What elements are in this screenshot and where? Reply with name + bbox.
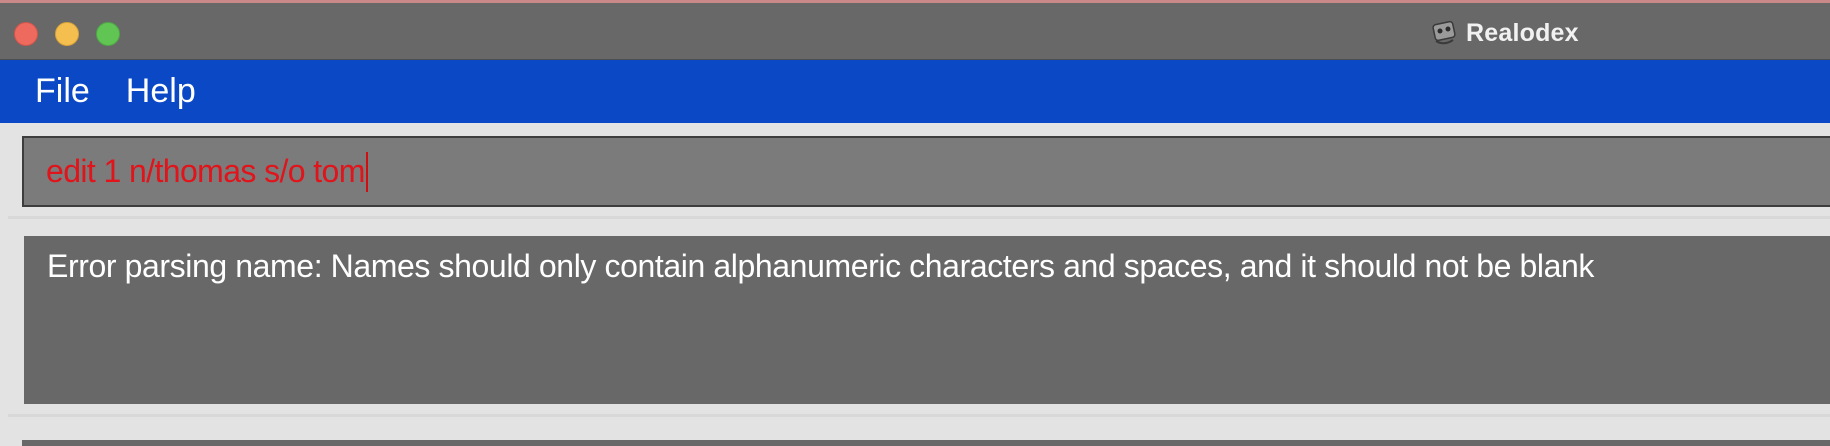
command-box[interactable]: edit 1 n/thomas s/o tom xyxy=(22,136,1830,207)
command-input[interactable]: edit 1 n/thomas s/o tom xyxy=(46,138,368,205)
close-window-button[interactable] xyxy=(14,22,38,46)
realodex-app-icon xyxy=(1432,20,1456,45)
minimize-window-button[interactable] xyxy=(55,22,79,46)
title-bar[interactable]: Realodex xyxy=(0,0,1830,60)
text-caret xyxy=(365,151,368,192)
result-display: Error parsing name: Names should only co… xyxy=(24,236,1830,404)
maximize-window-button[interactable] xyxy=(96,22,120,46)
app-window: Realodex File Help edit 1 n/thomas s/o t… xyxy=(0,0,1830,446)
person-list-panel xyxy=(22,440,1830,446)
window-title-text: Realodex xyxy=(1466,18,1579,47)
result-message: Error parsing name: Names should only co… xyxy=(47,248,1595,284)
divider xyxy=(8,414,1830,417)
command-input-text: edit 1 n/thomas s/o tom xyxy=(46,153,365,189)
menu-help[interactable]: Help xyxy=(108,72,214,111)
menu-file[interactable]: File xyxy=(0,72,108,111)
menu-bar: File Help xyxy=(0,60,1830,123)
divider xyxy=(8,216,1830,219)
window-title: Realodex xyxy=(1430,17,1579,49)
